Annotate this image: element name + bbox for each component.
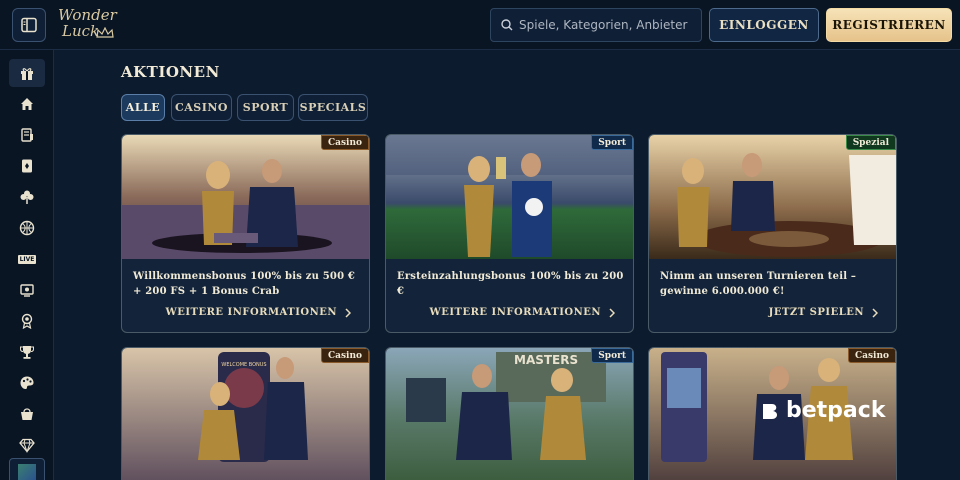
promo-card-image-sign: WELCOME BONUS [221,362,266,368]
promo-card-description: Ersteinzahlungsbonus 100% bis zu 200 € [397,271,624,297]
shop-basket-icon [21,408,33,420]
betpack-logo-icon [763,403,778,419]
promo-card[interactable]: Spezial Nimm an unseren Turnieren teil –… [648,134,897,333]
sidebar-item-card-games[interactable] [9,152,45,180]
sports-betting-icon [21,128,33,142]
category-badge: Sport [591,348,633,363]
promo-card-description: Willkommensbonus 100% bis zu 500 € + 200… [133,271,356,297]
sidebar-thumbnail[interactable] [9,458,45,480]
promo-card-image [122,135,369,259]
cards-icon [22,159,32,173]
promo-card-cta[interactable]: WEITERE INFORMATIONEN [166,307,351,318]
promo-card-image: MASTERS [386,348,633,480]
category-badge: Spezial [845,135,896,150]
filter-tab-specials[interactable]: SPECIALS [298,94,368,121]
chevron-right-icon [609,307,615,318]
category-badge: Casino [320,348,369,363]
filter-tab-casino[interactable]: CASINO [171,94,232,121]
promo-card[interactable]: WELCOME BONUS Casino [121,347,370,480]
promo-card-cta[interactable]: WEITERE INFORMATIONEN [430,307,615,318]
filter-tab-sport[interactable]: SPORT [237,94,294,121]
promo-card-image [649,135,896,259]
sidebar-item-live[interactable]: LIVE [9,245,45,273]
cta-label: JETZT SPIELEN [768,307,864,318]
promo-card-image [386,135,633,259]
promo-card-cta[interactable]: JETZT SPIELEN [769,307,878,318]
register-button[interactable]: REGISTRIEREN [826,8,952,42]
live-icon: LIVE [17,254,37,264]
gift-icon [21,68,33,80]
promo-card-image: WELCOME BONUS [122,348,369,480]
home-icon [21,98,33,110]
promo-card-description: Nimm an unseren Turnieren teil – gewinne… [660,271,857,297]
tv-icon [20,284,34,297]
sidebar-item-vip[interactable] [9,431,45,459]
promo-card-image-sign: MASTERS [514,353,578,367]
sidebar-item-tournaments[interactable] [9,338,45,366]
thumbnail-image [18,464,36,480]
diamond-icon [19,438,35,453]
category-badge: Sport [591,135,633,150]
sidebar-item-themes[interactable] [9,369,45,397]
cta-label: WEITERE INFORMATIONEN [165,307,337,318]
betpack-watermark: betpack [760,398,885,423]
logo-text-line1: Wonder [58,6,117,24]
filter-tab-all[interactable]: ALLE [121,94,165,121]
sidebar-item-rewards[interactable] [9,307,45,335]
trophy-icon [20,346,34,359]
sidebar-item-sportsbook[interactable] [9,121,45,149]
watermark-text: betpack [786,398,886,423]
medal-icon [21,313,33,329]
search-icon [501,19,513,31]
sidebar-toggle-icon [21,17,37,33]
top-bar: Wonder Luck EINLOGGEN REGISTRIEREN [0,0,960,50]
logo-text-line2: Luck [62,22,100,40]
chevron-right-icon [872,307,878,318]
search-box[interactable] [490,8,702,42]
sidebar-item-home[interactable] [9,90,45,118]
sidebar-item-basketball[interactable] [9,214,45,242]
palette-icon [20,376,34,390]
promo-card[interactable]: Casino Willkommensbonus 100% bis zu 500 … [121,134,370,333]
search-input[interactable] [519,18,699,32]
sidebar-item-promotions[interactable] [9,59,45,87]
clover-icon [20,190,34,204]
chevron-right-icon [345,307,351,318]
sidebar-item-live-casino[interactable] [9,276,45,304]
crown-icon [96,27,114,38]
sidebar-item-shop[interactable] [9,400,45,428]
basketball-icon [19,220,35,236]
sidebar-toggle-button[interactable] [12,8,46,42]
page-title: AKTIONEN [121,63,220,81]
category-badge: Casino [320,135,369,150]
sidebar: LIVE [0,50,54,480]
login-button[interactable]: EINLOGGEN [709,8,819,42]
brand-logo[interactable]: Wonder Luck [56,5,122,45]
sidebar-item-slots[interactable] [9,183,45,211]
category-badge: Casino [847,348,896,363]
cta-label: WEITERE INFORMATIONEN [429,307,601,318]
promo-card[interactable]: Sport Ersteinzahlungsbonus 100% bis zu 2… [385,134,634,333]
promo-card[interactable]: MASTERS Sport [385,347,634,480]
